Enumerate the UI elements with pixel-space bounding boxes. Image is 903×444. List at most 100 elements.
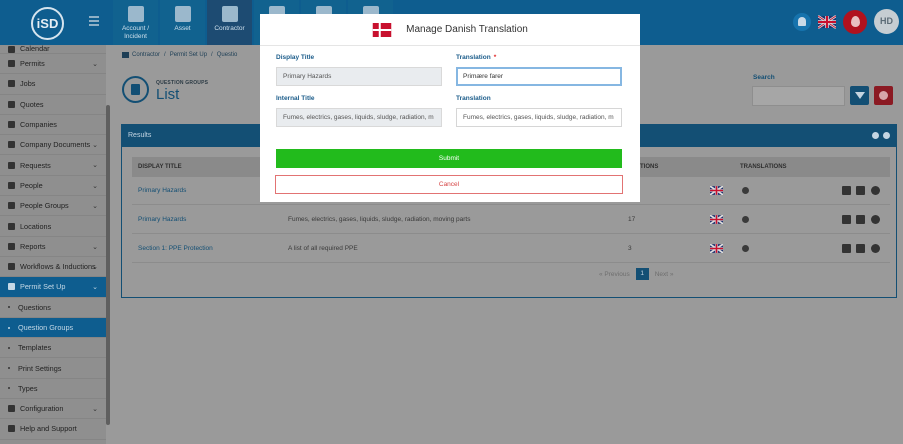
app-logo[interactable]: iSD: [31, 7, 64, 40]
user-avatar[interactable]: HD: [874, 9, 899, 34]
add-translation-icon[interactable]: [742, 187, 749, 194]
folder-icon: [8, 141, 15, 149]
breadcrumb-separator: /: [211, 52, 213, 58]
search-input[interactable]: [752, 86, 845, 106]
bullet-icon: [8, 346, 10, 349]
sidebar-item-quotes[interactable]: Quotes: [0, 95, 106, 115]
sidebar-item-help[interactable]: Help and Support: [0, 419, 106, 440]
chevron-down-icon: ⌄: [92, 142, 98, 150]
menu-toggle-icon[interactable]: [89, 16, 99, 26]
modal-header: Manage Danish Translation: [260, 14, 640, 46]
breadcrumb-permit-set-up[interactable]: Permit Set Up: [170, 52, 207, 58]
help-icon: [8, 425, 15, 433]
search-icon[interactable]: [871, 244, 880, 253]
trash-icon[interactable]: [842, 215, 851, 224]
workflow-icon: [8, 263, 15, 271]
sidebar-item-company-documents[interactable]: Company Documents ⌄: [0, 135, 106, 156]
gear-icon: [8, 405, 15, 413]
refresh-icon[interactable]: [872, 132, 879, 139]
sidebar-item-jobs[interactable]: Jobs: [0, 74, 106, 95]
uk-flag-icon: [710, 186, 723, 195]
search-icon[interactable]: [871, 186, 880, 195]
sidebar-subitem-questions[interactable]: Questions: [0, 298, 106, 318]
row-title-link[interactable]: Section 1: PPE Protection: [138, 245, 213, 252]
sidebar-scrollbar-thumb[interactable]: [106, 105, 110, 425]
translation-label: Translation *: [456, 54, 497, 61]
breadcrumb-question-groups[interactable]: Questio: [217, 52, 238, 58]
tab-contractor[interactable]: Contractor: [207, 0, 252, 45]
submit-button[interactable]: Submit: [276, 149, 622, 168]
notifications-bell-icon[interactable]: [793, 12, 811, 31]
panel-tools: [868, 132, 890, 139]
sidebar-item-label: Types: [18, 383, 38, 393]
add-button[interactable]: [874, 86, 893, 105]
sidebar-item-label: People Groups: [20, 201, 69, 211]
edit-icon[interactable]: [856, 215, 865, 224]
sidebar-item-permit-set-up[interactable]: Permit Set Up ⌄: [0, 277, 106, 298]
sidebar-subitem-templates[interactable]: Templates: [0, 338, 106, 359]
breadcrumb-contractor[interactable]: Contractor: [132, 52, 160, 58]
tab-label-line1: Contractor: [214, 25, 245, 32]
bullet-icon: [8, 306, 10, 309]
sidebar-item-label: Help and Support: [20, 424, 77, 434]
sidebar-item-permits[interactable]: Permits ⌄: [0, 54, 106, 75]
translation2-label: Translation: [456, 95, 491, 102]
add-translation-icon[interactable]: [742, 245, 749, 252]
pager-previous[interactable]: « Previous: [599, 271, 630, 278]
filter-button[interactable]: [850, 86, 869, 105]
row-question-count: 17: [628, 216, 636, 223]
people-icon: [8, 181, 15, 189]
sidebar-item-calendar[interactable]: Calendar: [0, 45, 106, 54]
sidebar-item-configuration[interactable]: Configuration ⌄: [0, 399, 106, 420]
page-icon: [122, 76, 149, 103]
sidebar-subitem-print-settings[interactable]: Print Settings: [0, 358, 106, 379]
sidebar-subitem-question-groups[interactable]: Question Groups: [0, 317, 106, 339]
edit-icon[interactable]: [856, 244, 865, 253]
bullet-icon: [8, 326, 10, 329]
logo-area: iSD: [0, 0, 112, 45]
sidebar-item-people[interactable]: People ⌄: [0, 176, 106, 197]
sidebar-item-label: Questions: [18, 302, 51, 312]
sidebar-item-people-groups[interactable]: People Groups ⌄: [0, 196, 106, 217]
sidebar-item-label: Quotes: [20, 99, 44, 109]
translation-input[interactable]: Primære farer: [456, 67, 622, 86]
trash-icon[interactable]: [842, 244, 851, 253]
tab-account-incident[interactable]: Account / Incident: [113, 0, 158, 45]
tab-asset[interactable]: Asset: [160, 0, 205, 45]
tab-label-line1: Asset: [174, 25, 191, 32]
pagination: « Previous 1 Next »: [599, 268, 674, 280]
sidebar-item-label: Permits: [20, 59, 45, 69]
sidebar-item-reports[interactable]: Reports ⌄: [0, 237, 106, 257]
edit-icon[interactable]: [856, 186, 865, 195]
pager-current-page[interactable]: 1: [635, 268, 649, 280]
table-row: Primary Hazards Fumes, electrics, gases,…: [132, 206, 890, 234]
row-title-link[interactable]: Primary Hazards: [138, 216, 186, 223]
chevron-down-icon: ⌄: [92, 162, 98, 170]
uk-flag-icon[interactable]: [818, 14, 836, 29]
sidebar-item-locations[interactable]: Locations: [0, 216, 106, 237]
tab-label-line1: Account /: [121, 25, 150, 32]
search-icon[interactable]: [871, 215, 880, 224]
trash-icon[interactable]: [842, 186, 851, 195]
home-icon[interactable]: [122, 52, 129, 58]
cancel-button[interactable]: Cancel: [275, 175, 623, 194]
pager-next[interactable]: Next »: [655, 271, 674, 278]
boxes-icon: [174, 6, 191, 22]
add-translation-icon[interactable]: [742, 216, 749, 223]
collapse-icon[interactable]: [883, 132, 890, 139]
sidebar-item-requests[interactable]: Requests ⌄: [0, 155, 106, 176]
sidebar-subitem-types[interactable]: Types: [0, 379, 106, 400]
internal-title-label: Internal Title: [276, 95, 315, 102]
row-title-link[interactable]: Primary Hazards: [138, 187, 186, 194]
calendar-icon: [8, 46, 15, 53]
blood-drop-icon[interactable]: [843, 9, 867, 34]
sidebar-item-workflows[interactable]: Workflows & Inductions ⌄: [0, 257, 106, 278]
column-translations: TRANSLATIONS: [740, 164, 787, 170]
sidebar-item-companies[interactable]: Companies: [0, 115, 106, 136]
translation2-input[interactable]: Fumes, electrics, gases, liquids, sludge…: [456, 108, 622, 127]
quotes-icon: [8, 100, 15, 108]
requests-icon: [8, 161, 15, 169]
results-title: Results: [128, 132, 152, 139]
uk-flag-icon: [710, 244, 723, 253]
column-display-title: DISPLAY TITLE: [138, 164, 182, 170]
